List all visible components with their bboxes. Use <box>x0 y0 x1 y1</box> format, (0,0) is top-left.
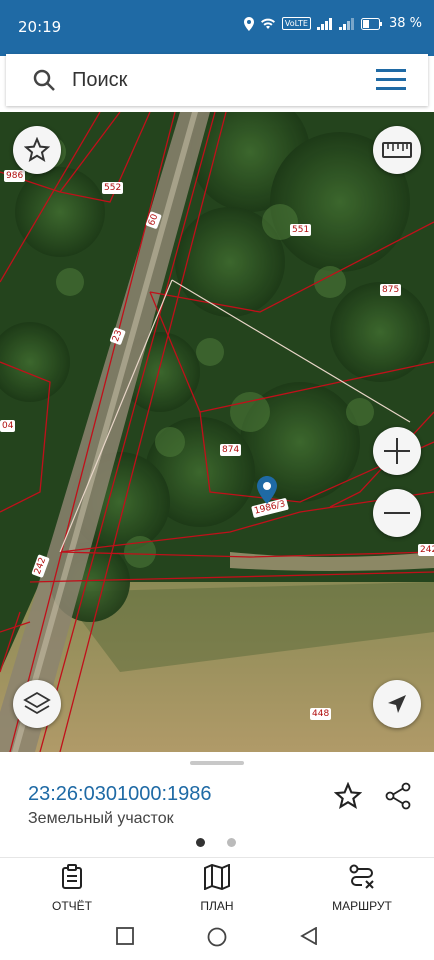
recents-icon[interactable] <box>116 927 134 945</box>
location-pin-icon[interactable] <box>257 476 277 504</box>
page-dot-active <box>196 838 205 847</box>
home-icon[interactable] <box>207 927 227 947</box>
system-nav-bar <box>0 913 434 960</box>
battery-percent: 38 % <box>388 16 422 31</box>
search-icon[interactable] <box>32 68 56 92</box>
status-icons: VoLTE 38 % <box>243 16 422 31</box>
page-indicator <box>196 838 236 847</box>
clipboard-icon <box>62 864 82 889</box>
menu-icon[interactable] <box>376 69 406 91</box>
page-dot <box>227 838 236 847</box>
tab-report-label: ОТЧЁТ <box>51 899 92 913</box>
status-time: 20:19 <box>18 18 62 36</box>
star-icon <box>24 137 50 163</box>
tab-plan-label: ПЛАН <box>200 899 234 913</box>
parcel-label[interactable]: 551 <box>290 224 312 236</box>
tab-route-label: МАРШРУТ <box>332 899 392 913</box>
search-input[interactable]: Поиск <box>72 69 127 92</box>
bottom-tabs: ОТЧЁТ ПЛАН МАРШРУТ <box>0 857 434 914</box>
map-view[interactable]: 986 552 60 551 875 23 874 1986/3 242 242… <box>0 112 434 752</box>
satellite-imagery <box>0 112 434 752</box>
signal-icon-secondary <box>338 17 354 30</box>
star-icon[interactable] <box>334 782 362 810</box>
favorites-button[interactable] <box>13 126 61 174</box>
sheet-drag-handle[interactable] <box>190 761 244 765</box>
parcel-label[interactable]: 874 <box>220 444 242 456</box>
parcel-type: Земельный участок <box>28 810 174 827</box>
plus-icon <box>384 438 410 464</box>
layers-button[interactable] <box>13 680 61 728</box>
zoom-out-button[interactable] <box>373 489 421 537</box>
location-icon <box>243 16 254 31</box>
volte-badge: VoLTE <box>281 17 311 30</box>
wifi-icon <box>260 18 275 29</box>
ruler-icon <box>382 142 412 158</box>
zoom-in-button[interactable] <box>373 427 421 475</box>
tab-plan[interactable]: ПЛАН <box>157 863 277 913</box>
my-location-button[interactable] <box>373 680 421 728</box>
tab-route[interactable]: МАРШРУТ <box>302 864 422 913</box>
minus-icon <box>384 512 410 514</box>
parcel-label[interactable]: 04 <box>0 420 16 432</box>
search-bar[interactable]: Поиск <box>6 54 428 106</box>
layers-icon <box>23 691 51 715</box>
route-icon <box>349 864 374 889</box>
back-icon[interactable] <box>300 927 318 945</box>
cadastral-number: 23:26:0301000:1986 <box>28 783 212 805</box>
parcel-label[interactable]: 552 <box>102 182 124 194</box>
share-icon[interactable] <box>384 782 412 810</box>
status-bar: 20:19 VoLTE 38 % <box>0 0 434 56</box>
parcel-label[interactable]: 242 <box>418 544 434 556</box>
ruler-button[interactable] <box>373 126 421 174</box>
parcel-info-sheet[interactable]: 23:26:0301000:1986 Земельный участок <box>0 752 434 857</box>
navigation-arrow-icon <box>388 695 406 713</box>
signal-icon <box>316 17 332 30</box>
parcel-label[interactable]: 875 <box>380 284 402 296</box>
parcel-label[interactable]: 986 <box>4 170 26 182</box>
map-icon <box>204 863 230 891</box>
parcel-label[interactable]: 448 <box>310 708 332 720</box>
battery-icon <box>360 17 382 30</box>
tab-report[interactable]: ОТЧЁТ <box>12 864 132 913</box>
